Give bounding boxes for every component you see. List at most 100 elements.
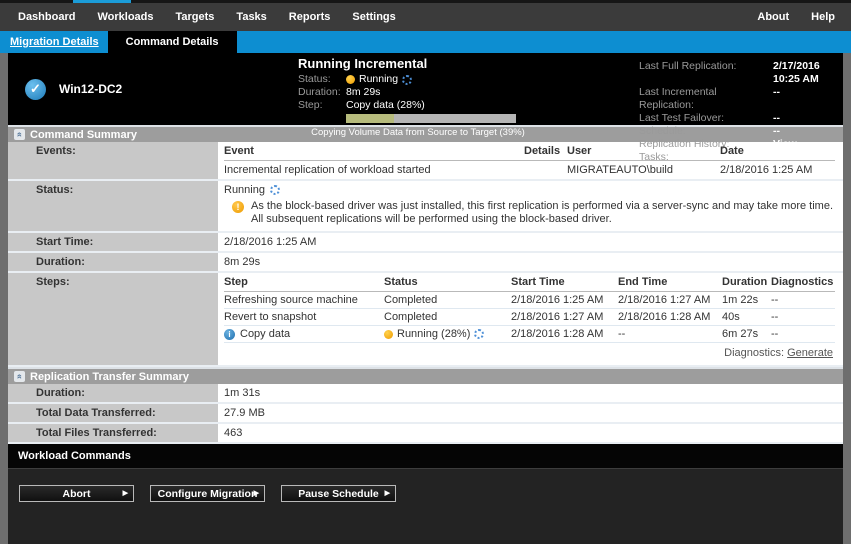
user-cell: MIGRATEAUTO\build bbox=[567, 164, 720, 176]
collapse-icon[interactable]: « bbox=[14, 129, 25, 140]
status-dot-icon bbox=[384, 330, 393, 339]
col-date: Date bbox=[720, 145, 835, 157]
step-cell: Copy data bbox=[240, 328, 290, 340]
step-duration-cell: 6m 27s bbox=[722, 328, 771, 340]
step-value: Copy data (28%) bbox=[346, 99, 425, 112]
spinner-icon bbox=[270, 185, 280, 195]
tab-migration-details[interactable]: Migration Details bbox=[10, 36, 99, 48]
col-event: Event bbox=[224, 145, 524, 157]
step-cell: Revert to snapshot bbox=[224, 311, 384, 323]
nav-dashboard[interactable]: Dashboard bbox=[18, 11, 75, 23]
transfer-duration-label: Duration: bbox=[8, 384, 218, 402]
col-status: Status bbox=[384, 276, 511, 288]
pause-schedule-button[interactable]: Pause Schedule ▶ bbox=[281, 485, 396, 502]
events-table-header: Event Details User Date bbox=[224, 142, 835, 161]
command-title: Running Incremental bbox=[298, 56, 548, 71]
generate-diagnostics-link[interactable]: Generate bbox=[787, 347, 833, 359]
content-frame: ✓ Win12-DC2 Running Incremental Status: … bbox=[8, 53, 843, 544]
schedule-value: -- bbox=[773, 125, 780, 138]
tab-bar: Migration Details Command Details bbox=[0, 31, 851, 53]
abort-button-label: Abort bbox=[63, 488, 91, 500]
meta-label: Last Test Failover: bbox=[639, 112, 773, 125]
date-cell: 2/18/2016 1:25 AM bbox=[720, 164, 835, 176]
start-time-value: 2/18/2016 1:25 AM bbox=[224, 233, 835, 251]
step-status-cell: Completed bbox=[384, 294, 511, 306]
meta-label: Last Full Replication: bbox=[639, 60, 773, 86]
col-user: User bbox=[567, 145, 720, 157]
configure-migration-button[interactable]: Configure Migration ▶ bbox=[150, 485, 265, 502]
workload-ok-icon: ✓ bbox=[25, 79, 46, 100]
nav-help[interactable]: Help bbox=[811, 11, 835, 23]
col-duration: Duration bbox=[722, 276, 771, 288]
active-nav-indicator bbox=[73, 0, 131, 3]
status-dot-icon bbox=[346, 75, 355, 84]
command-status-panel: Running Incremental Status: Running Dura… bbox=[298, 53, 548, 125]
warning-icon: ! bbox=[232, 201, 244, 213]
workload-identity: ✓ Win12-DC2 bbox=[8, 53, 298, 125]
driver-note: ! As the block-based driver was just ins… bbox=[224, 198, 835, 231]
total-files-value: 463 bbox=[224, 424, 835, 442]
steps-row: Steps: Step Status Start Time End Time D… bbox=[8, 273, 843, 367]
progress-bar bbox=[346, 114, 516, 123]
meta-label: Last Incremental Replication: bbox=[639, 86, 773, 112]
last-test-failover-value: -- bbox=[773, 112, 780, 125]
transfer-duration-value: 1m 31s bbox=[224, 384, 835, 402]
command-duration-value: 8m 29s bbox=[224, 253, 835, 271]
steps-label: Steps: bbox=[8, 273, 218, 365]
duration-row: Duration: 8m 29s bbox=[8, 253, 843, 273]
top-strip bbox=[0, 0, 851, 3]
total-files-label: Total Files Transferred: bbox=[8, 424, 218, 442]
start-time-label: Start Time: bbox=[8, 233, 218, 251]
status-row-label: Status: bbox=[8, 181, 218, 231]
nav-right-group: About Help bbox=[735, 11, 835, 23]
step-row-copy-data: i Copy data Running (28%) 2/18/2016 1:28… bbox=[224, 326, 835, 343]
col-details: Details bbox=[524, 145, 567, 157]
total-data-row: Total Data Transferred: 27.9 MB bbox=[8, 404, 843, 424]
progress-caption: Copying Volume Data from Source to Targe… bbox=[298, 127, 538, 138]
transfer-summary-title: Replication Transfer Summary bbox=[30, 371, 189, 383]
total-data-label: Total Data Transferred: bbox=[8, 404, 218, 422]
step-row-refresh: Refreshing source machine Completed 2/18… bbox=[224, 292, 835, 309]
nav-workloads[interactable]: Workloads bbox=[97, 11, 153, 23]
duration-value: 8m 29s bbox=[346, 86, 380, 99]
tab-command-details[interactable]: Command Details bbox=[108, 31, 237, 53]
step-diagnostics-cell: -- bbox=[771, 311, 835, 323]
step-start-cell: 2/18/2016 1:27 AM bbox=[511, 311, 618, 323]
nav-targets[interactable]: Targets bbox=[176, 11, 215, 23]
workload-commands-area: Abort ▶ Configure Migration ▶ Pause Sche… bbox=[8, 469, 843, 544]
nav-about[interactable]: About bbox=[757, 11, 789, 23]
steps-table-header: Step Status Start Time End Time Duration… bbox=[224, 273, 835, 292]
spinner-icon bbox=[474, 329, 484, 339]
abort-button[interactable]: Abort ▶ bbox=[19, 485, 134, 502]
duration-label: Duration: bbox=[298, 86, 346, 99]
step-cell: Refreshing source machine bbox=[224, 294, 384, 306]
events-label: Events: bbox=[8, 142, 218, 179]
pause-schedule-button-label: Pause Schedule bbox=[298, 488, 379, 500]
step-diagnostics-cell: -- bbox=[771, 328, 835, 340]
info-icon[interactable]: i bbox=[224, 329, 235, 340]
col-start-time: Start Time bbox=[511, 276, 618, 288]
duration-row-label: Duration: bbox=[8, 253, 218, 271]
nav-settings[interactable]: Settings bbox=[352, 11, 395, 23]
arrow-right-icon: ▶ bbox=[254, 490, 259, 497]
spinner-icon bbox=[402, 75, 412, 85]
step-duration-cell: 40s bbox=[722, 311, 771, 323]
step-end-cell: 2/18/2016 1:28 AM bbox=[618, 311, 722, 323]
nav-tasks[interactable]: Tasks bbox=[236, 11, 266, 23]
command-summary-title: Command Summary bbox=[30, 129, 137, 141]
start-time-row: Start Time: 2/18/2016 1:25 AM bbox=[8, 233, 843, 253]
nav-reports[interactable]: Reports bbox=[289, 11, 331, 23]
status-row: Status: Running ! As the block-based dri… bbox=[8, 181, 843, 233]
status-label: Status: bbox=[298, 73, 346, 86]
workload-commands-header: Workload Commands bbox=[8, 444, 843, 469]
diagnostics-label: Diagnostics: bbox=[724, 347, 784, 359]
step-status-cell: Running (28%) bbox=[397, 328, 470, 340]
step-start-cell: 2/18/2016 1:25 AM bbox=[511, 294, 618, 306]
step-start-cell: 2/18/2016 1:28 AM bbox=[511, 328, 618, 340]
step-end-cell: -- bbox=[618, 328, 722, 340]
command-status-value: Running bbox=[224, 184, 265, 196]
transfer-summary-header: « Replication Transfer Summary bbox=[8, 367, 843, 384]
collapse-icon[interactable]: « bbox=[14, 371, 25, 382]
step-row-revert: Revert to snapshot Completed 2/18/2016 1… bbox=[224, 309, 835, 326]
events-row: Events: Event Details User Date Incremen… bbox=[8, 142, 843, 181]
